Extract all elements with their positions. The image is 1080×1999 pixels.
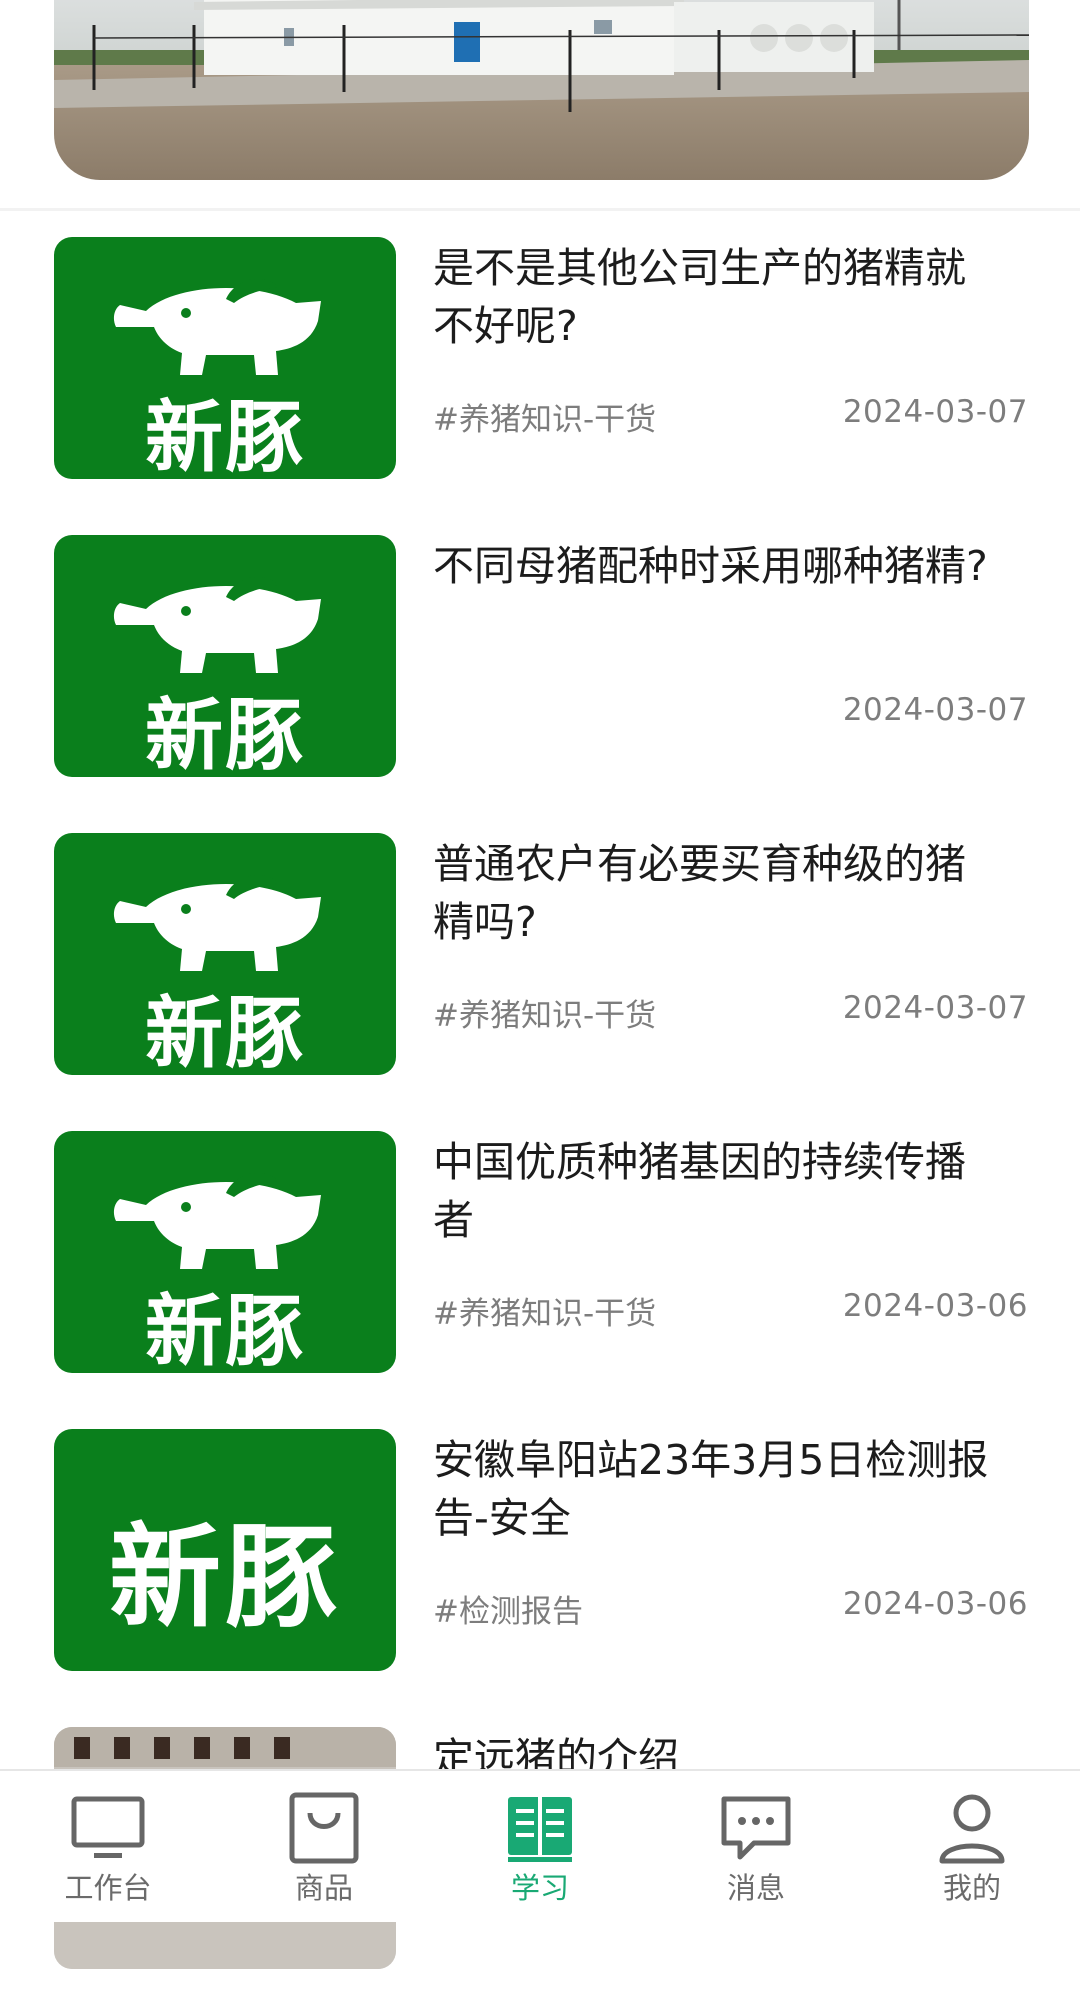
article-date: 2024-03-06: [842, 1288, 1028, 1324]
article-title[interactable]: 普通农户有必要买育种级的猪精吗?: [433, 835, 993, 951]
article-thumbnail: 新豚: [54, 535, 396, 777]
pig-logo-icon: [113, 874, 321, 971]
monitor-icon: [71, 1796, 145, 1858]
article-tag[interactable]: #养猪知识-干货: [433, 990, 656, 1035]
article-date: 2024-03-07: [842, 692, 1028, 728]
banner[interactable]: [0, 0, 1080, 208]
article-title[interactable]: 中国优质种猪基因的持续传播者: [433, 1133, 993, 1249]
tab-label: 消息: [726, 1871, 785, 1905]
person-icon: [939, 1794, 1005, 1864]
brand-text: 新豚: [144, 690, 305, 777]
article-item[interactable]: 新豚 是不是其他公司生产的猪精就不好呢? #养猪知识-干货 2024-03-07: [0, 211, 1080, 509]
article-title[interactable]: 安徽阜阳站23年3月5日检测报告-安全: [433, 1431, 993, 1547]
article-item[interactable]: 新豚 普通农户有必要买育种级的猪精吗? #养猪知识-干货 2024-03-07: [0, 807, 1080, 1105]
article-thumbnail: 新豚: [54, 237, 396, 479]
article-item[interactable]: 新豚 安徽阜阳站23年3月5日检测报告-安全 #检测报告 2024-03-06: [0, 1403, 1080, 1701]
tab-products[interactable]: 商品: [216, 1771, 432, 1922]
article-thumbnail: 新豚: [54, 1429, 396, 1671]
book-icon: [508, 1797, 572, 1862]
tab-study[interactable]: 学习: [432, 1771, 648, 1922]
article-item[interactable]: 新豚 不同母猪配种时采用哪种猪精? 2024-03-07: [0, 509, 1080, 807]
article-thumbnail: 新豚: [54, 833, 396, 1075]
shopping-bag-icon: [289, 1792, 359, 1864]
pig-logo-icon: [113, 576, 321, 673]
article-title[interactable]: 是不是其他公司生产的猪精就不好呢?: [433, 239, 993, 355]
article-thumbnail: 新豚: [54, 1131, 396, 1373]
brand-text: 新豚: [144, 392, 305, 479]
bottom-navigation: 工作台 商品 学习 消息 我的: [0, 1769, 1080, 1922]
tab-label: 学习: [510, 1871, 569, 1905]
pig-logo-icon: [113, 278, 321, 375]
article-date: 2024-03-07: [842, 990, 1028, 1026]
tab-workbench[interactable]: 工作台: [0, 1771, 216, 1922]
article-tag[interactable]: #养猪知识-干货: [433, 1288, 656, 1333]
article-title[interactable]: 不同母猪配种时采用哪种猪精?: [433, 537, 993, 595]
brand-text: 新豚: [144, 988, 305, 1075]
article-tag[interactable]: #检测报告: [433, 1586, 583, 1631]
tab-label: 工作台: [64, 1871, 152, 1905]
brand-text: 新豚: [109, 1512, 341, 1643]
article-date: 2024-03-06: [842, 1586, 1028, 1622]
banner-image[interactable]: [54, 0, 1029, 180]
article-tag[interactable]: #养猪知识-干货: [433, 394, 656, 439]
tab-profile[interactable]: 我的: [864, 1771, 1080, 1922]
article-date: 2024-03-07: [842, 394, 1028, 430]
article-item[interactable]: 新豚 中国优质种猪基因的持续传播者 #养猪知识-干货 2024-03-06: [0, 1105, 1080, 1403]
tab-label: 商品: [294, 1871, 353, 1905]
tab-messages[interactable]: 消息: [648, 1771, 864, 1922]
pig-logo-icon: [113, 1172, 321, 1269]
tab-label: 我的: [942, 1871, 1001, 1905]
brand-text: 新豚: [144, 1286, 305, 1373]
message-icon: [721, 1796, 791, 1860]
